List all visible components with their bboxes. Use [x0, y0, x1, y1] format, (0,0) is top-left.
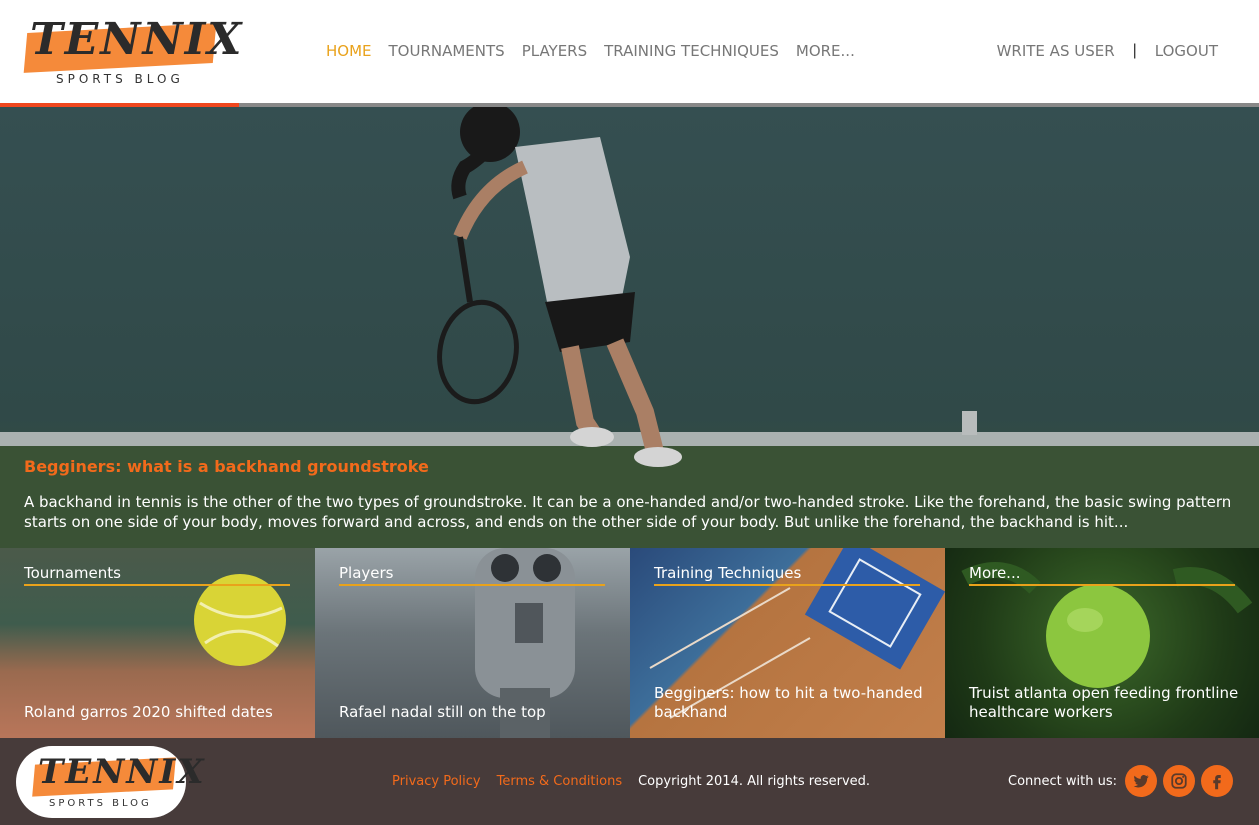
logo-tagline: SPORTS BLOG: [56, 72, 184, 86]
footer-links: Privacy Policy Terms & Conditions Copyri…: [392, 774, 870, 789]
tile-post-title[interactable]: Roland garros 2020 shifted dates: [24, 703, 294, 722]
logo-wordmark: TENNIX: [38, 752, 206, 792]
tile-category-label[interactable]: Tournaments: [24, 564, 290, 586]
tile-more[interactable]: More... Truist atlanta open feeding fron…: [945, 548, 1259, 738]
social-connect: Connect with us:: [1008, 765, 1233, 797]
hero-post-title[interactable]: Begginers: what is a backhand groundstro…: [24, 457, 429, 476]
tile-post-title[interactable]: Rafael nadal still on the top: [339, 703, 609, 722]
logout-link[interactable]: LOGOUT: [1155, 42, 1218, 60]
category-tiles: Tournaments Roland garros 2020 shifted d…: [0, 548, 1259, 738]
user-nav-separator: |: [1132, 42, 1137, 59]
twitter-icon[interactable]: [1125, 765, 1157, 797]
tile-category-label[interactable]: Training Techniques: [654, 564, 920, 586]
hero-featured-post[interactable]: Begginers: what is a backhand groundstro…: [0, 107, 1259, 548]
footer-logo[interactable]: TENNIX SPORTS BLOG: [16, 746, 204, 818]
nav-item-home[interactable]: HOME: [326, 42, 372, 60]
copyright-text: Copyright 2014. All rights reserved.: [638, 774, 871, 789]
connect-label: Connect with us:: [1008, 773, 1117, 789]
site-footer: TENNIX SPORTS BLOG Privacy Policy Terms …: [0, 738, 1259, 825]
tile-post-title[interactable]: Truist atlanta open feeding frontline he…: [969, 684, 1239, 722]
site-header: TENNIX SPORTS BLOG HOME TOURNAMENTS PLAY…: [0, 0, 1259, 107]
site-logo[interactable]: TENNIX SPORTS BLOG: [22, 16, 241, 90]
privacy-policy-link[interactable]: Privacy Policy: [392, 774, 481, 789]
tile-tournaments[interactable]: Tournaments Roland garros 2020 shifted d…: [0, 548, 315, 738]
nav-item-training-techniques[interactable]: TRAINING TECHNIQUES: [604, 42, 779, 60]
hero-overlay: [0, 107, 1259, 548]
nav-item-players[interactable]: PLAYERS: [522, 42, 587, 60]
tile-players[interactable]: Players Rafael nadal still on the top: [315, 548, 630, 738]
logo-wordmark: TENNIX: [30, 14, 244, 65]
tile-training-techniques[interactable]: Training Techniques Begginers: how to hi…: [630, 548, 945, 738]
logo-tagline: SPORTS BLOG: [49, 798, 152, 809]
hero-post-excerpt: A backhand in tennis is the other of the…: [24, 493, 1232, 531]
nav-item-tournaments[interactable]: TOURNAMENTS: [389, 42, 505, 60]
write-as-user-link[interactable]: WRITE AS USER: [997, 42, 1115, 60]
facebook-icon[interactable]: [1201, 765, 1233, 797]
main-nav: HOME TOURNAMENTS PLAYERS TRAINING TECHNI…: [326, 42, 855, 60]
instagram-icon[interactable]: [1163, 765, 1195, 797]
tile-category-label[interactable]: Players: [339, 564, 605, 586]
terms-link[interactable]: Terms & Conditions: [497, 774, 623, 789]
user-nav: WRITE AS USER | LOGOUT: [997, 42, 1218, 60]
tile-post-title[interactable]: Begginers: how to hit a two-handed backh…: [654, 684, 924, 722]
nav-item-more[interactable]: MORE...: [796, 42, 855, 60]
tile-category-label[interactable]: More...: [969, 564, 1235, 586]
